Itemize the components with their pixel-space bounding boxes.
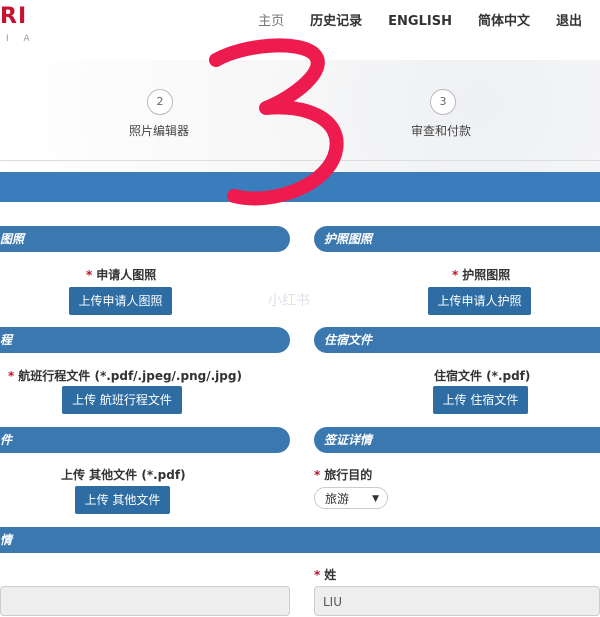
nav-logout[interactable]: 退出 <box>556 12 582 32</box>
required-mark: * <box>314 568 321 582</box>
nav-history[interactable]: 历史记录 <box>310 12 362 32</box>
step-2-label: 照片编辑器 <box>129 124 190 138</box>
accommodation-label: 住宿文件 (*.pdf) <box>434 369 531 383</box>
travel-purpose-label: * 旅行目的 <box>314 468 373 482</box>
upload-passport-button[interactable]: 上传申请人护照 <box>428 287 531 315</box>
step-3-label: 审查和付款 <box>411 124 472 138</box>
flight-itinerary-label: * 航班行程文件 (*.pdf/.jpeg/.png/.jpg) <box>8 369 242 383</box>
section-other-files: 件 <box>0 427 290 453</box>
passport-photo-label: * 护照图照 <box>452 268 511 282</box>
upload-applicant-photo-button[interactable]: 上传申请人图照 <box>69 287 172 315</box>
logo[interactable]: RI <box>0 4 27 29</box>
section-flight-itinerary: 程 <box>0 327 290 353</box>
nav-english[interactable]: ENGLISH <box>388 12 452 32</box>
section-personal-details: 情 <box>0 527 600 553</box>
section-visa-details: 签证详情 <box>314 427 600 453</box>
chevron-down-icon: ▼ <box>372 494 379 504</box>
nav-simplified-chinese[interactable]: 简体中文 <box>478 12 530 32</box>
section-applicant-photo: 图照 <box>0 226 290 252</box>
main-nav: 主页 历史记录 ENGLISH 简体中文 退出 <box>232 12 600 32</box>
section-flight-title: 程 <box>0 333 13 347</box>
watermark: 小红书 <box>268 293 310 309</box>
section-passport-photo-title: 护照图照 <box>324 232 373 246</box>
section-accommodation-title: 住宿文件 <box>324 333 373 347</box>
other-files-label: 上传 其他文件 (*.pdf) <box>61 468 186 482</box>
handwritten-number-overlay: 3 <box>209 38 344 206</box>
nav-home[interactable]: 主页 <box>258 12 284 32</box>
upload-other-files-button[interactable]: 上传 其他文件 <box>75 486 170 514</box>
required-mark: * <box>8 369 15 383</box>
travel-purpose-select[interactable]: 旅游 ▼ <box>314 487 388 509</box>
logo-subtitle: I A <box>6 34 36 44</box>
surname-label: * 姓 <box>314 568 337 582</box>
step-2-circle: 2 <box>147 89 173 115</box>
section-passport-photo: 护照图照 <box>314 226 600 252</box>
section-applicant-photo-title: 图照 <box>0 232 25 246</box>
left-text-field[interactable] <box>0 586 290 616</box>
step-3-circle: 3 <box>430 89 456 115</box>
upload-flight-itinerary-button[interactable]: 上传 航班行程文件 <box>62 386 182 414</box>
section-other-title: 件 <box>0 433 13 447</box>
required-mark: * <box>452 268 459 282</box>
section-personal-title: 情 <box>0 533 13 547</box>
surname-input[interactable]: LIU <box>314 586 600 616</box>
applicant-photo-label: * 申请人图照 <box>86 268 157 282</box>
travel-purpose-value: 旅游 <box>325 492 350 506</box>
required-mark: * <box>314 468 321 482</box>
required-mark: * <box>86 268 93 282</box>
section-visa-title: 签证详情 <box>324 433 373 447</box>
logo-text: RI <box>0 4 28 29</box>
upload-accommodation-button[interactable]: 上传 住宿文件 <box>433 386 528 414</box>
section-accommodation: 住宿文件 <box>314 327 600 353</box>
overlay-digit: 3 <box>279 127 280 129</box>
